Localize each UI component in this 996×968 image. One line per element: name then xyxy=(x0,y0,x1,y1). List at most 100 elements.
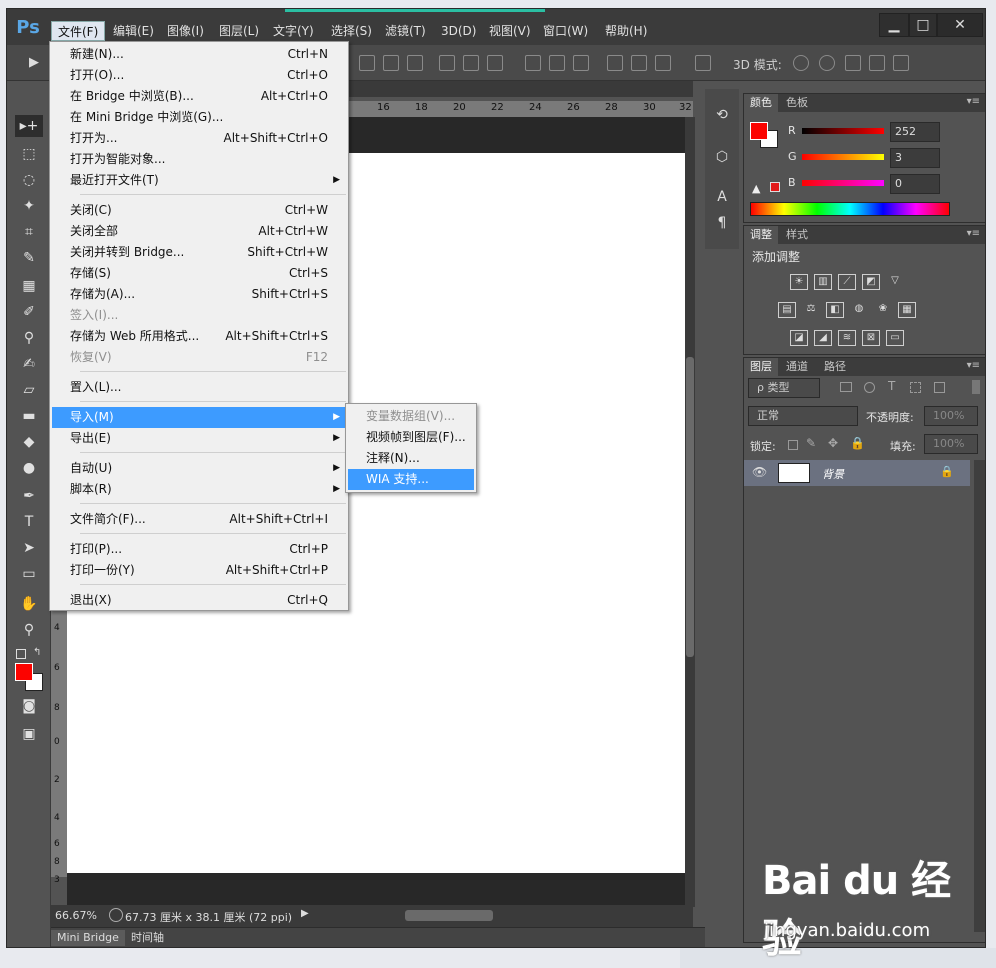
hue-saturation-icon[interactable]: ▤ xyxy=(778,302,796,318)
menu-item-open-smart-object[interactable]: 打开为智能对象... xyxy=(52,149,346,170)
menu-item-open-as[interactable]: 打开为... Alt+Shift+Ctrl+O xyxy=(52,128,346,149)
vertical-scrollbar[interactable] xyxy=(685,117,695,907)
move-tool-icon[interactable]: ▸+ xyxy=(15,115,43,137)
menu-help[interactable]: 帮助(H) xyxy=(599,21,653,41)
menu-view[interactable]: 视图(V) xyxy=(483,21,537,41)
color-balance-icon[interactable]: ⚖ xyxy=(802,302,820,318)
posterize-icon[interactable]: ◢ xyxy=(814,330,832,346)
hand-tool-icon[interactable]: ✋ xyxy=(15,593,43,615)
filter-smart-object-icon[interactable] xyxy=(934,382,945,393)
foreground-color-swatch[interactable] xyxy=(15,663,33,681)
menu-item-print[interactable]: 打印(P)... Ctrl+P xyxy=(52,539,346,560)
lock-all-icon[interactable]: 🔒 xyxy=(850,436,865,450)
panel-menu-icon[interactable]: ▾≡ xyxy=(967,96,980,107)
distribute-right-icon[interactable] xyxy=(655,55,671,71)
submenu-item-wia-support[interactable]: WIA 支持... xyxy=(348,469,474,490)
history-panel-icon[interactable]: ⟲ xyxy=(712,105,732,125)
layer-filter-select[interactable]: ρ 类型 xyxy=(748,378,820,398)
menu-item-browse-bridge[interactable]: 在 Bridge 中浏览(B)... Alt+Ctrl+O xyxy=(52,86,346,107)
distribute-hcenter-icon[interactable] xyxy=(631,55,647,71)
align-right-icon[interactable] xyxy=(487,55,503,71)
layer-name[interactable]: 背景 xyxy=(822,466,844,482)
menu-image[interactable]: 图像(I) xyxy=(161,21,210,41)
eyedropper-tool-icon[interactable]: ✎ xyxy=(15,247,43,269)
menu-select[interactable]: 选择(S) xyxy=(325,21,378,41)
channel-r-slider[interactable] xyxy=(802,128,884,134)
lock-transparent-icon[interactable] xyxy=(788,440,798,450)
align-hcenter-icon[interactable] xyxy=(463,55,479,71)
color-spectrum-bar[interactable] xyxy=(750,202,950,216)
menu-item-close[interactable]: 关闭(C) Ctrl+W xyxy=(52,200,346,221)
menu-item-open[interactable]: 打开(O)... Ctrl+O xyxy=(52,65,346,86)
invert-icon[interactable]: ◪ xyxy=(790,330,808,346)
channel-r-input[interactable]: 252 xyxy=(890,122,940,142)
close-icon[interactable]: ✕ xyxy=(937,13,983,37)
menu-type[interactable]: 文字(Y) xyxy=(267,21,320,41)
tab-channels[interactable]: 通道 xyxy=(780,358,814,376)
menu-item-recent-files[interactable]: 最近打开文件(T) ▶ xyxy=(52,170,346,191)
menu-item-exit[interactable]: 退出(X) Ctrl+Q xyxy=(52,590,346,611)
tab-timeline[interactable]: 时间轴 xyxy=(125,930,170,946)
tab-paths[interactable]: 路径 xyxy=(818,358,852,376)
filter-pixel-icon[interactable] xyxy=(840,382,852,392)
brightness-contrast-icon[interactable]: ☀ xyxy=(790,274,808,290)
menu-item-save-as[interactable]: 存储为(A)... Shift+Ctrl+S xyxy=(52,284,346,305)
tab-mini-bridge[interactable]: Mini Bridge xyxy=(51,930,125,946)
auto-align-icon[interactable] xyxy=(695,55,711,71)
tab-swatches[interactable]: 色板 xyxy=(780,94,814,112)
menu-layer[interactable]: 图层(L) xyxy=(213,21,265,41)
filter-toggle-icon[interactable] xyxy=(972,380,980,394)
filter-type-icon[interactable]: T xyxy=(888,379,895,393)
menu-item-place[interactable]: 置入(L)... xyxy=(52,377,346,398)
tab-color[interactable]: 颜色 xyxy=(744,94,778,112)
crop-tool-icon[interactable]: ⌗ xyxy=(15,221,43,243)
gamut-color-chip[interactable] xyxy=(770,182,780,192)
tab-layers[interactable]: 图层 xyxy=(744,358,778,376)
menu-item-close-go-bridge[interactable]: 关闭并转到 Bridge... Shift+Ctrl+W xyxy=(52,242,346,263)
menu-filter[interactable]: 滤镜(T) xyxy=(379,21,432,41)
submenu-item-notes[interactable]: 注释(N)... xyxy=(348,448,474,469)
color-fg-swatch[interactable] xyxy=(750,122,768,140)
filter-shape-icon[interactable] xyxy=(910,382,921,393)
zoom-tool-icon[interactable]: ⚲ xyxy=(15,619,43,641)
submenu-item-video-frames-to-layers[interactable]: 视频帧到图层(F)... xyxy=(348,427,474,448)
screen-mode-icon[interactable]: ▣ xyxy=(15,723,43,745)
magic-wand-tool-icon[interactable]: ✦ xyxy=(15,195,43,217)
tab-adjustments[interactable]: 调整 xyxy=(744,226,778,244)
3d-roll-icon[interactable] xyxy=(819,55,835,71)
gradient-map-icon[interactable]: ▭ xyxy=(886,330,904,346)
menu-window[interactable]: 窗口(W) xyxy=(537,21,594,41)
distribute-bottom-icon[interactable] xyxy=(573,55,589,71)
brush-tool-icon[interactable]: ✐ xyxy=(15,301,43,323)
blend-mode-select[interactable]: 正常 xyxy=(748,406,858,426)
lasso-tool-icon[interactable]: ◌ xyxy=(15,169,43,191)
panel-menu-icon[interactable]: ▾≡ xyxy=(967,228,980,239)
3d-pan-icon[interactable] xyxy=(845,55,861,71)
align-vcenter-icon[interactable] xyxy=(383,55,399,71)
photo-filter-icon[interactable]: ◍ xyxy=(850,302,868,318)
lock-position-icon[interactable]: ✥ xyxy=(828,436,838,450)
status-menu-arrow-icon[interactable]: ▶ xyxy=(301,908,309,919)
status-info-icon[interactable] xyxy=(109,908,123,922)
horizontal-scroll-thumb[interactable] xyxy=(405,910,493,921)
3d-slide-icon[interactable] xyxy=(869,55,885,71)
menu-item-new[interactable]: 新建(N)... Ctrl+N xyxy=(52,44,346,65)
history-brush-tool-icon[interactable]: ✍ xyxy=(15,353,43,375)
threshold-icon[interactable]: ≋ xyxy=(838,330,856,346)
menu-item-scripts[interactable]: 脚本(R) ▶ xyxy=(52,479,346,500)
distribute-vcenter-icon[interactable] xyxy=(549,55,565,71)
vibrance-icon[interactable]: ▽ xyxy=(886,274,904,290)
menu-3d[interactable]: 3D(D) xyxy=(435,21,482,41)
paragraph-panel-icon[interactable]: ¶ xyxy=(712,213,732,233)
pen-tool-icon[interactable]: ✒ xyxy=(15,485,43,507)
menu-item-save-for-web[interactable]: 存储为 Web 所用格式... Alt+Shift+Ctrl+S xyxy=(52,326,346,347)
menu-item-browse-mini-bridge[interactable]: 在 Mini Bridge 中浏览(G)... xyxy=(52,107,346,128)
menu-item-print-one-copy[interactable]: 打印一份(Y) Alt+Shift+Ctrl+P xyxy=(52,560,346,581)
marquee-tool-icon[interactable]: ⬚ xyxy=(15,143,43,165)
quick-mask-icon[interactable]: ◙ xyxy=(15,695,43,717)
type-tool-icon[interactable]: T xyxy=(15,511,43,533)
panel-menu-icon[interactable]: ▾≡ xyxy=(967,360,980,371)
lock-pixels-icon[interactable]: ✎ xyxy=(806,436,816,450)
curves-icon[interactable]: ⟋ xyxy=(838,274,856,290)
color-lookup-icon[interactable]: ▦ xyxy=(898,302,916,318)
